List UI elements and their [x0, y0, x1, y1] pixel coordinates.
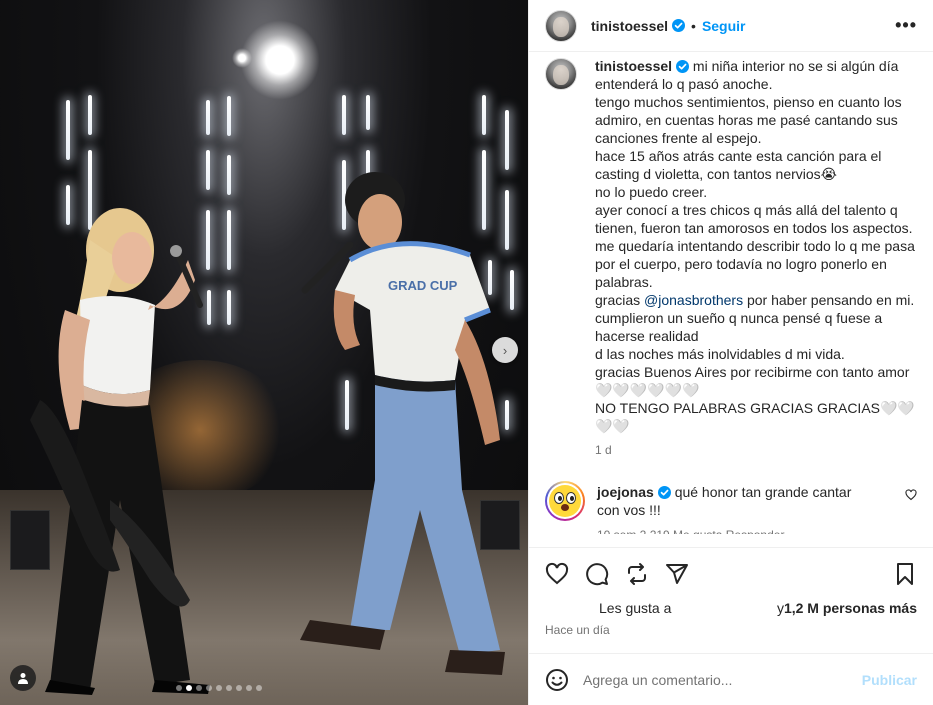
- caption-line: hace 15 años atrás cante esta canción pa…: [595, 148, 882, 182]
- like-heart-icon[interactable]: [545, 562, 569, 586]
- singer-right-figure: GRAD CUP: [300, 172, 505, 675]
- caption-line: cumplieron un sueño q nunca pensé q fues…: [595, 310, 883, 344]
- microphone: [170, 245, 203, 308]
- post-header: tinistoessel • Seguir •••: [529, 0, 933, 52]
- caption-timestamp[interactable]: 1 d: [595, 441, 915, 459]
- likes-count[interactable]: 1,2 M personas más: [784, 600, 917, 616]
- carousel-dot: [246, 685, 252, 691]
- caption-line: d las noches más inolvidables d mi vida.: [595, 346, 845, 362]
- commenter-avatar[interactable]: [545, 481, 585, 521]
- post-timestamp[interactable]: Hace un día: [545, 623, 917, 637]
- caption-line: tengo muchos sentimientos, pienso en cua…: [595, 94, 902, 146]
- likes-prefix: Les gusta a: [599, 600, 672, 616]
- comment-bubble-icon[interactable]: [585, 562, 609, 586]
- post-side-panel: tinistoessel • Seguir ••• tinistoessel m…: [528, 0, 933, 705]
- emoji-picker-icon[interactable]: [545, 668, 569, 692]
- author-username[interactable]: tinistoessel: [591, 18, 668, 34]
- comments-scroll-area[interactable]: tinistoessel mi niña interior no se si a…: [529, 52, 933, 547]
- caption-line: gracias Buenos Aires por recibirme con t…: [595, 364, 910, 398]
- comment-meta: 10 sem 2.219 Me gusta Responder: [597, 529, 867, 534]
- author-avatar[interactable]: [545, 9, 577, 42]
- caption: tinistoessel mi niña interior no se si a…: [545, 57, 917, 459]
- share-paper-plane-icon[interactable]: [665, 562, 689, 586]
- carousel-dot: [236, 685, 242, 691]
- tagged-users-button[interactable]: [10, 665, 36, 691]
- singer-left-figure: [30, 208, 210, 695]
- caption-text: tinistoessel mi niña interior no se si a…: [595, 57, 915, 459]
- comment-composer: Publicar: [529, 653, 933, 705]
- comment-item: joejonas qué honor tan grande cantar con…: [545, 481, 917, 534]
- more-options-icon[interactable]: •••: [895, 15, 917, 36]
- carousel-dot: [216, 685, 222, 691]
- caption-line: ayer conocí a tres chicos q más allá del…: [595, 202, 913, 236]
- carousel-dot: [196, 685, 202, 691]
- carousel-dot: [206, 685, 212, 691]
- carousel-dot: [256, 685, 262, 691]
- verified-badge-icon: [657, 486, 671, 499]
- instagram-post-view: GRAD CUP › tinistoessel • Seguir ••• tin…: [0, 0, 933, 705]
- caption-line: NO TENGO PALABRAS GRACIAS GRACIAS🤍🤍🤍🤍: [595, 400, 915, 434]
- caption-line: me quedaría intentando describir todo lo…: [595, 238, 915, 290]
- likes-summary[interactable]: Les gusta a y 1,2 M personas más: [545, 600, 917, 616]
- header-separator: •: [691, 17, 696, 34]
- carousel-dot: [186, 685, 192, 691]
- repost-icon[interactable]: [625, 562, 649, 586]
- caption-line: no lo puedo creer.: [595, 184, 708, 200]
- next-slide-button[interactable]: ›: [492, 337, 518, 363]
- save-bookmark-icon[interactable]: [893, 562, 917, 586]
- flushed-face-emoji-icon: [549, 485, 581, 517]
- stage-spotlight: [240, 20, 320, 100]
- caption-author-avatar[interactable]: [545, 58, 577, 90]
- mention-link-jonasbrothers[interactable]: @jonasbrothers: [644, 292, 743, 308]
- svg-text:GRAD CUP: GRAD CUP: [388, 278, 458, 293]
- carousel-dot: [226, 685, 232, 691]
- comment-input[interactable]: [583, 671, 848, 688]
- post-actions: Les gusta a y 1,2 M personas más Hace un…: [529, 547, 933, 653]
- post-comment-button[interactable]: Publicar: [862, 672, 917, 688]
- commenter-username[interactable]: joejonas: [597, 484, 654, 500]
- carousel-dot: [176, 685, 182, 691]
- caption-thanks-suffix: por haber pensando en mi.: [743, 292, 915, 308]
- post-image[interactable]: GRAD CUP ›: [0, 0, 528, 705]
- follow-button[interactable]: Seguir: [702, 18, 746, 34]
- caption-thanks-prefix: gracias: [595, 292, 645, 308]
- user-icon: [18, 673, 28, 684]
- like-comment-heart-icon[interactable]: [905, 489, 917, 501]
- carousel-indicator: [176, 685, 262, 691]
- comment-text: joejonas qué honor tan grande cantar con…: [597, 481, 867, 519]
- stage-spotlight-small: [232, 48, 252, 68]
- verified-badge-icon: [672, 19, 686, 32]
- likes-and: y: [776, 600, 784, 616]
- verified-badge-icon: [676, 60, 690, 73]
- caption-author-username[interactable]: tinistoessel: [595, 58, 672, 74]
